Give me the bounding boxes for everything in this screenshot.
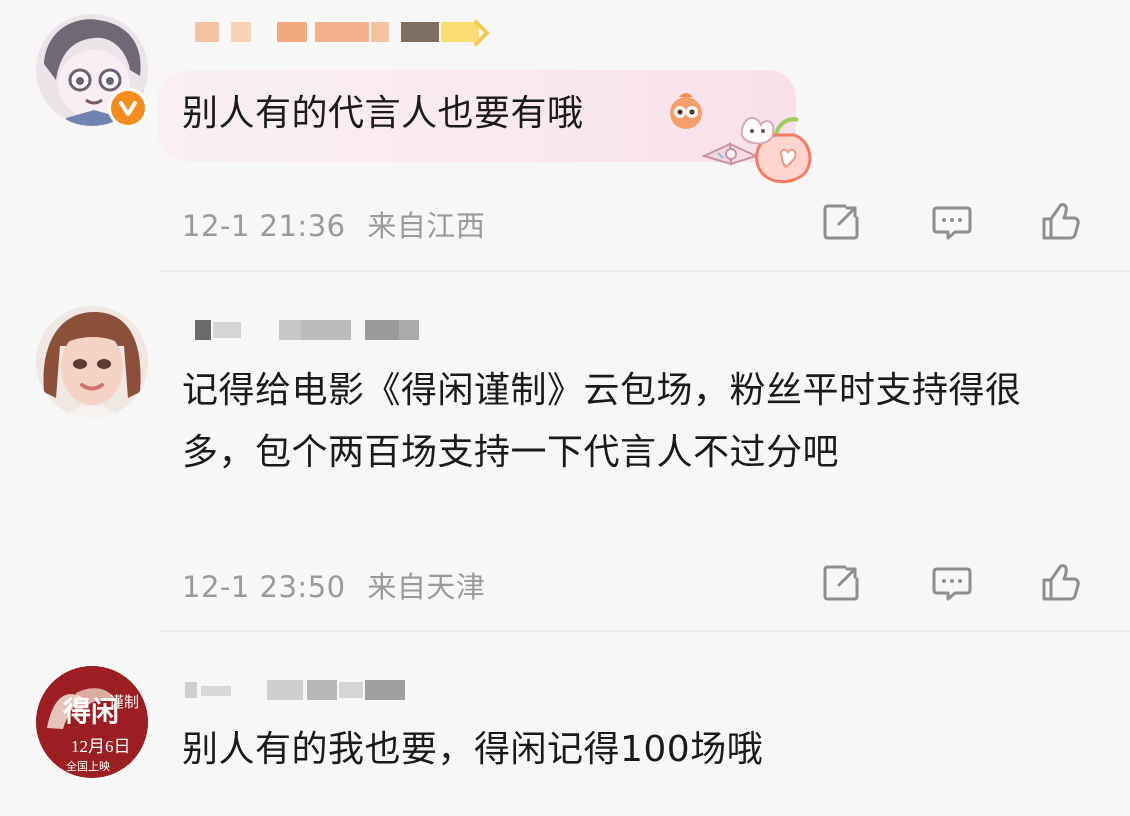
- comment-date: 12-1 21:36: [182, 209, 346, 243]
- username-blurred[interactable]: [195, 320, 425, 350]
- movie-logo-avatar: 得闲 谨制 12月6日 全国上映: [36, 666, 148, 778]
- logo-subtitle: 全国上映: [66, 759, 110, 773]
- comment-date: 12-1 23:50: [182, 570, 346, 604]
- reply-button[interactable]: [928, 559, 976, 607]
- thumbs-up-icon: [1042, 564, 1080, 601]
- comment-icon: [932, 567, 972, 601]
- vip-chevron-icon: [474, 20, 490, 46]
- comment-location: 来自天津: [367, 570, 486, 604]
- like-button[interactable]: [1036, 198, 1084, 246]
- comment-text: 别人有的我也要，得闲记得100场哦: [182, 729, 764, 770]
- logo-side-title: 谨制: [109, 694, 139, 711]
- comment-text: 别人有的代言人也要有哦: [182, 93, 584, 134]
- reply-button[interactable]: [928, 198, 976, 246]
- repost-button[interactable]: [817, 559, 865, 607]
- comment-meta: 12-1 23:50 来自天津: [182, 564, 485, 606]
- comment-location: 来自江西: [367, 209, 486, 243]
- thumbs-up-icon: [1042, 203, 1080, 240]
- repost-button[interactable]: [817, 198, 865, 246]
- repost-icon: [823, 204, 859, 240]
- comment-text: 记得给电影《得闲谨制》云包场，粉丝平时支持得很多，包个两百场支持一下代言人不过分…: [182, 370, 1022, 473]
- avatar[interactable]: [36, 306, 148, 418]
- avatar[interactable]: 得闲 谨制 12月6日 全国上映: [36, 666, 148, 778]
- comment-icon: [932, 206, 972, 240]
- comment-meta: 12-1 21:36 来自江西: [182, 203, 485, 245]
- username-blurred[interactable]: [195, 20, 495, 52]
- username-blurred[interactable]: [185, 680, 417, 710]
- bunny-peach-sticker-icon: [701, 117, 812, 184]
- comment-3: 得闲 谨制 12月6日 全国上映 别人有的我也要，得闲记得100场哦: [0, 632, 1130, 816]
- like-button[interactable]: [1036, 559, 1084, 607]
- comment-1: 别人有的代言人也要有哦 12-1 21:36 来自江西: [0, 0, 1130, 272]
- verified-badge-icon: [108, 88, 148, 128]
- repost-icon: [823, 565, 859, 601]
- comment-2: 记得给电影《得闲谨制》云包场，粉丝平时支持得很多，包个两百场支持一下代言人不过分…: [0, 272, 1130, 632]
- avatar-image: [36, 306, 148, 418]
- logo-date: 12月6日: [71, 737, 131, 756]
